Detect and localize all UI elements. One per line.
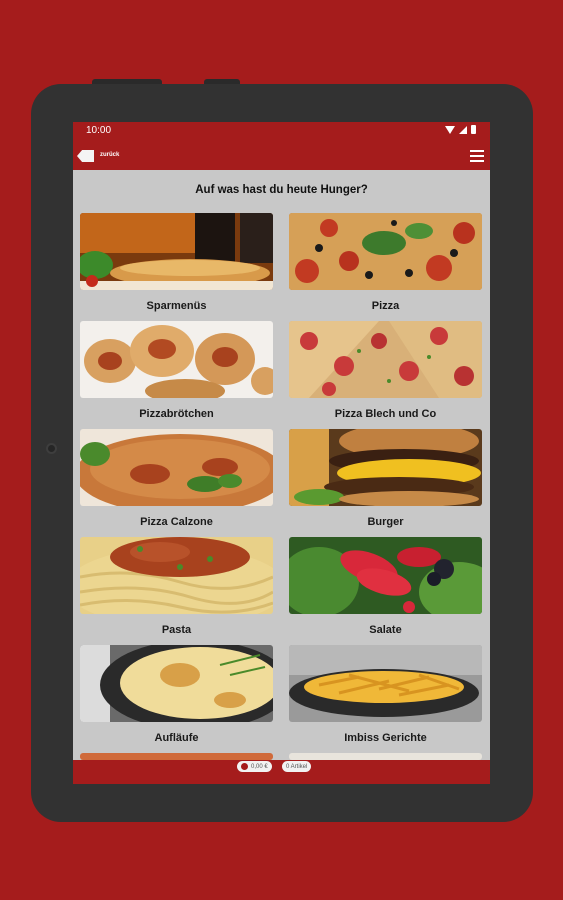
category-tile-pizza-blech[interactable]: Pizza Blech und Co	[289, 321, 482, 420]
cart-total-value: 0,00 €	[251, 763, 268, 770]
auflaeufe-image	[80, 645, 273, 722]
category-label: Salate	[369, 624, 402, 636]
salate-image	[289, 537, 482, 614]
back-button[interactable]: zurück	[100, 152, 119, 158]
category-tile-burger[interactable]: Burger	[289, 429, 482, 528]
category-label: Pizzabrötchen	[139, 408, 214, 420]
category-label: Pizza	[371, 300, 400, 312]
category-tile-next[interactable]	[80, 753, 273, 760]
cart-total[interactable]: 0,00 €	[237, 761, 272, 772]
cart-bar: 0,00 € 0 Artikel	[73, 760, 490, 784]
imbiss-image	[289, 645, 482, 722]
category-label: Sparmenüs	[146, 300, 207, 312]
category-label: Imbiss Gerichte	[344, 732, 427, 744]
category-label: Pizza Calzone	[140, 516, 213, 528]
pasta-image	[80, 537, 273, 614]
category-tile-imbiss[interactable]: Imbiss Gerichte	[289, 645, 482, 744]
wifi-icon	[445, 125, 455, 134]
category-tile-sparmenus[interactable]: Sparmenüs	[80, 213, 273, 312]
pizza-image	[289, 213, 482, 290]
status-time: 10:00	[86, 125, 112, 136]
cart-icon	[241, 763, 248, 770]
category-tile-salate[interactable]: Salate	[289, 537, 482, 636]
screen: 10:00 zurück Auf was hast du heute Hunge…	[73, 122, 490, 784]
category-label: Aufläufe	[154, 732, 199, 744]
category-grid: Auf was hast du heute Hunger? Sparmenüs	[73, 170, 490, 760]
category-label: Pizza Blech und Co	[334, 408, 437, 420]
pizza-blech-image	[289, 321, 482, 398]
cart-items-count: 0 Artikel	[286, 763, 308, 770]
next-image	[80, 753, 273, 760]
next-image	[289, 753, 482, 760]
category-label: Burger	[367, 516, 404, 528]
category-tile-auflaeufe[interactable]: Aufläufe	[80, 645, 273, 744]
sparmenus-image	[80, 213, 273, 290]
category-tile-next[interactable]	[289, 753, 482, 760]
hamburger-menu-icon[interactable]	[470, 150, 484, 162]
pizzabroetchen-image	[80, 321, 273, 398]
category-tile-pizzabroetchen[interactable]: Pizzabrötchen	[80, 321, 273, 420]
signal-icon	[459, 125, 467, 134]
battery-icon	[471, 125, 476, 134]
category-tile-pizza[interactable]: Pizza	[289, 213, 482, 312]
page-title: Auf was hast du heute Hunger?	[195, 184, 368, 196]
status-bar: 10:00	[73, 122, 490, 140]
back-arrow-icon[interactable]	[77, 150, 94, 162]
pizza-calzone-image	[80, 429, 273, 506]
cart-items[interactable]: 0 Artikel	[282, 761, 312, 772]
category-tile-pasta[interactable]: Pasta	[80, 537, 273, 636]
burger-image	[289, 429, 482, 506]
category-label: Pasta	[161, 624, 192, 636]
app-bar: zurück	[73, 140, 490, 170]
camera	[46, 443, 57, 454]
category-tile-pizza-calzone[interactable]: Pizza Calzone	[80, 429, 273, 528]
status-icons	[445, 125, 476, 134]
